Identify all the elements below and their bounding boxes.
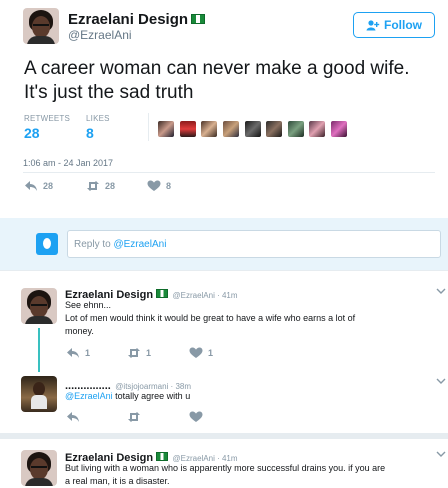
retweet-icon [128, 348, 140, 358]
timestamp-divider [23, 172, 435, 173]
chevron-down-icon[interactable] [436, 451, 446, 457]
heart-icon [147, 180, 161, 191]
stats-divider [148, 113, 149, 141]
reply-icon [67, 412, 79, 422]
reply-count: 28 [43, 181, 54, 191]
liker-avatar[interactable] [201, 121, 217, 137]
composer-divider [0, 270, 448, 271]
liker-avatar[interactable] [288, 121, 304, 137]
thread-line [38, 328, 40, 372]
author-name-row: Ezraelani Design [68, 11, 206, 29]
retweet-action[interactable]: 28 [86, 180, 115, 192]
reply-text: @EzraelAni totally agree with u [65, 390, 190, 402]
retweet-action[interactable]: 1 [127, 347, 151, 359]
reply-text-line: Lot of men would think it would be great… [65, 313, 356, 323]
retweet-action[interactable] [127, 411, 141, 423]
reply-time[interactable]: 41m [222, 291, 238, 300]
liker-avatar[interactable] [266, 121, 282, 137]
like-count: 1 [208, 348, 214, 358]
liker-avatar[interactable] [245, 121, 261, 137]
reply-action[interactable]: 28 [24, 180, 53, 192]
liker-avatar[interactable] [180, 121, 196, 137]
retweets-count[interactable]: 28 [24, 125, 40, 141]
nigeria-flag-icon [191, 14, 206, 24]
author-handle[interactable]: @EzraelAni [68, 28, 132, 42]
heart-icon [189, 411, 203, 422]
like-action[interactable]: 1 [189, 347, 213, 359]
chevron-down-icon[interactable] [436, 378, 446, 384]
like-action[interactable]: 8 [147, 180, 171, 192]
reply-action[interactable] [66, 411, 80, 423]
likes-label: LIKES [86, 114, 110, 123]
follow-button[interactable]: Follow [353, 12, 435, 38]
follow-label: Follow [384, 18, 422, 32]
liker-avatar[interactable] [158, 121, 174, 137]
reply-icon [25, 181, 37, 191]
reply-input[interactable]: Reply to @EzraelAni [67, 230, 441, 258]
author-avatar[interactable] [23, 8, 59, 44]
reply-count: 1 [85, 348, 91, 358]
like-count: 8 [166, 181, 172, 191]
reply-text-line: money. [65, 326, 94, 336]
reply-body: totally agree with u [112, 391, 191, 401]
reply-author-avatar[interactable] [21, 376, 57, 412]
likes-count[interactable]: 8 [86, 125, 94, 141]
tweet-timestamp[interactable]: 1:06 am - 24 Jan 2017 [23, 158, 113, 168]
reply-author-avatar[interactable] [21, 288, 57, 324]
reply-author-handle[interactable]: @EzraelAni [173, 291, 215, 300]
reply-mention: @EzraelAni [113, 239, 167, 250]
retweet-icon [87, 181, 99, 191]
tweet-text: A career woman can never make a good wif… [24, 58, 410, 103]
reply-action[interactable]: 1 [66, 347, 90, 359]
nigeria-flag-icon [156, 452, 169, 461]
retweets-label: RETWEETS [24, 114, 71, 123]
retweet-count: 28 [105, 181, 116, 191]
add-user-icon [366, 19, 380, 30]
reply-text-line: But living with a woman who is apparentl… [65, 463, 386, 473]
liker-avatar[interactable] [309, 121, 325, 137]
liker-avatar[interactable] [331, 121, 347, 137]
retweet-icon [128, 412, 140, 422]
reply-prefix: Reply to [74, 239, 114, 250]
conversation-divider [0, 433, 448, 439]
reply-author-avatar[interactable] [21, 450, 57, 486]
liker-avatar[interactable] [223, 121, 239, 137]
user-default-avatar [36, 233, 58, 255]
chevron-down-icon[interactable] [436, 288, 446, 294]
author-name[interactable]: Ezraelani Design [68, 11, 188, 28]
nigeria-flag-icon [156, 289, 169, 298]
reply-mention[interactable]: @EzraelAni [65, 391, 113, 401]
reply-text-line: a real man, it is a disaster. [65, 476, 170, 486]
heart-icon [189, 347, 203, 358]
retweet-count: 1 [146, 348, 152, 358]
reply-text-line: See ehnn... [65, 300, 112, 310]
reply-icon [67, 348, 79, 358]
like-action[interactable] [189, 411, 203, 423]
